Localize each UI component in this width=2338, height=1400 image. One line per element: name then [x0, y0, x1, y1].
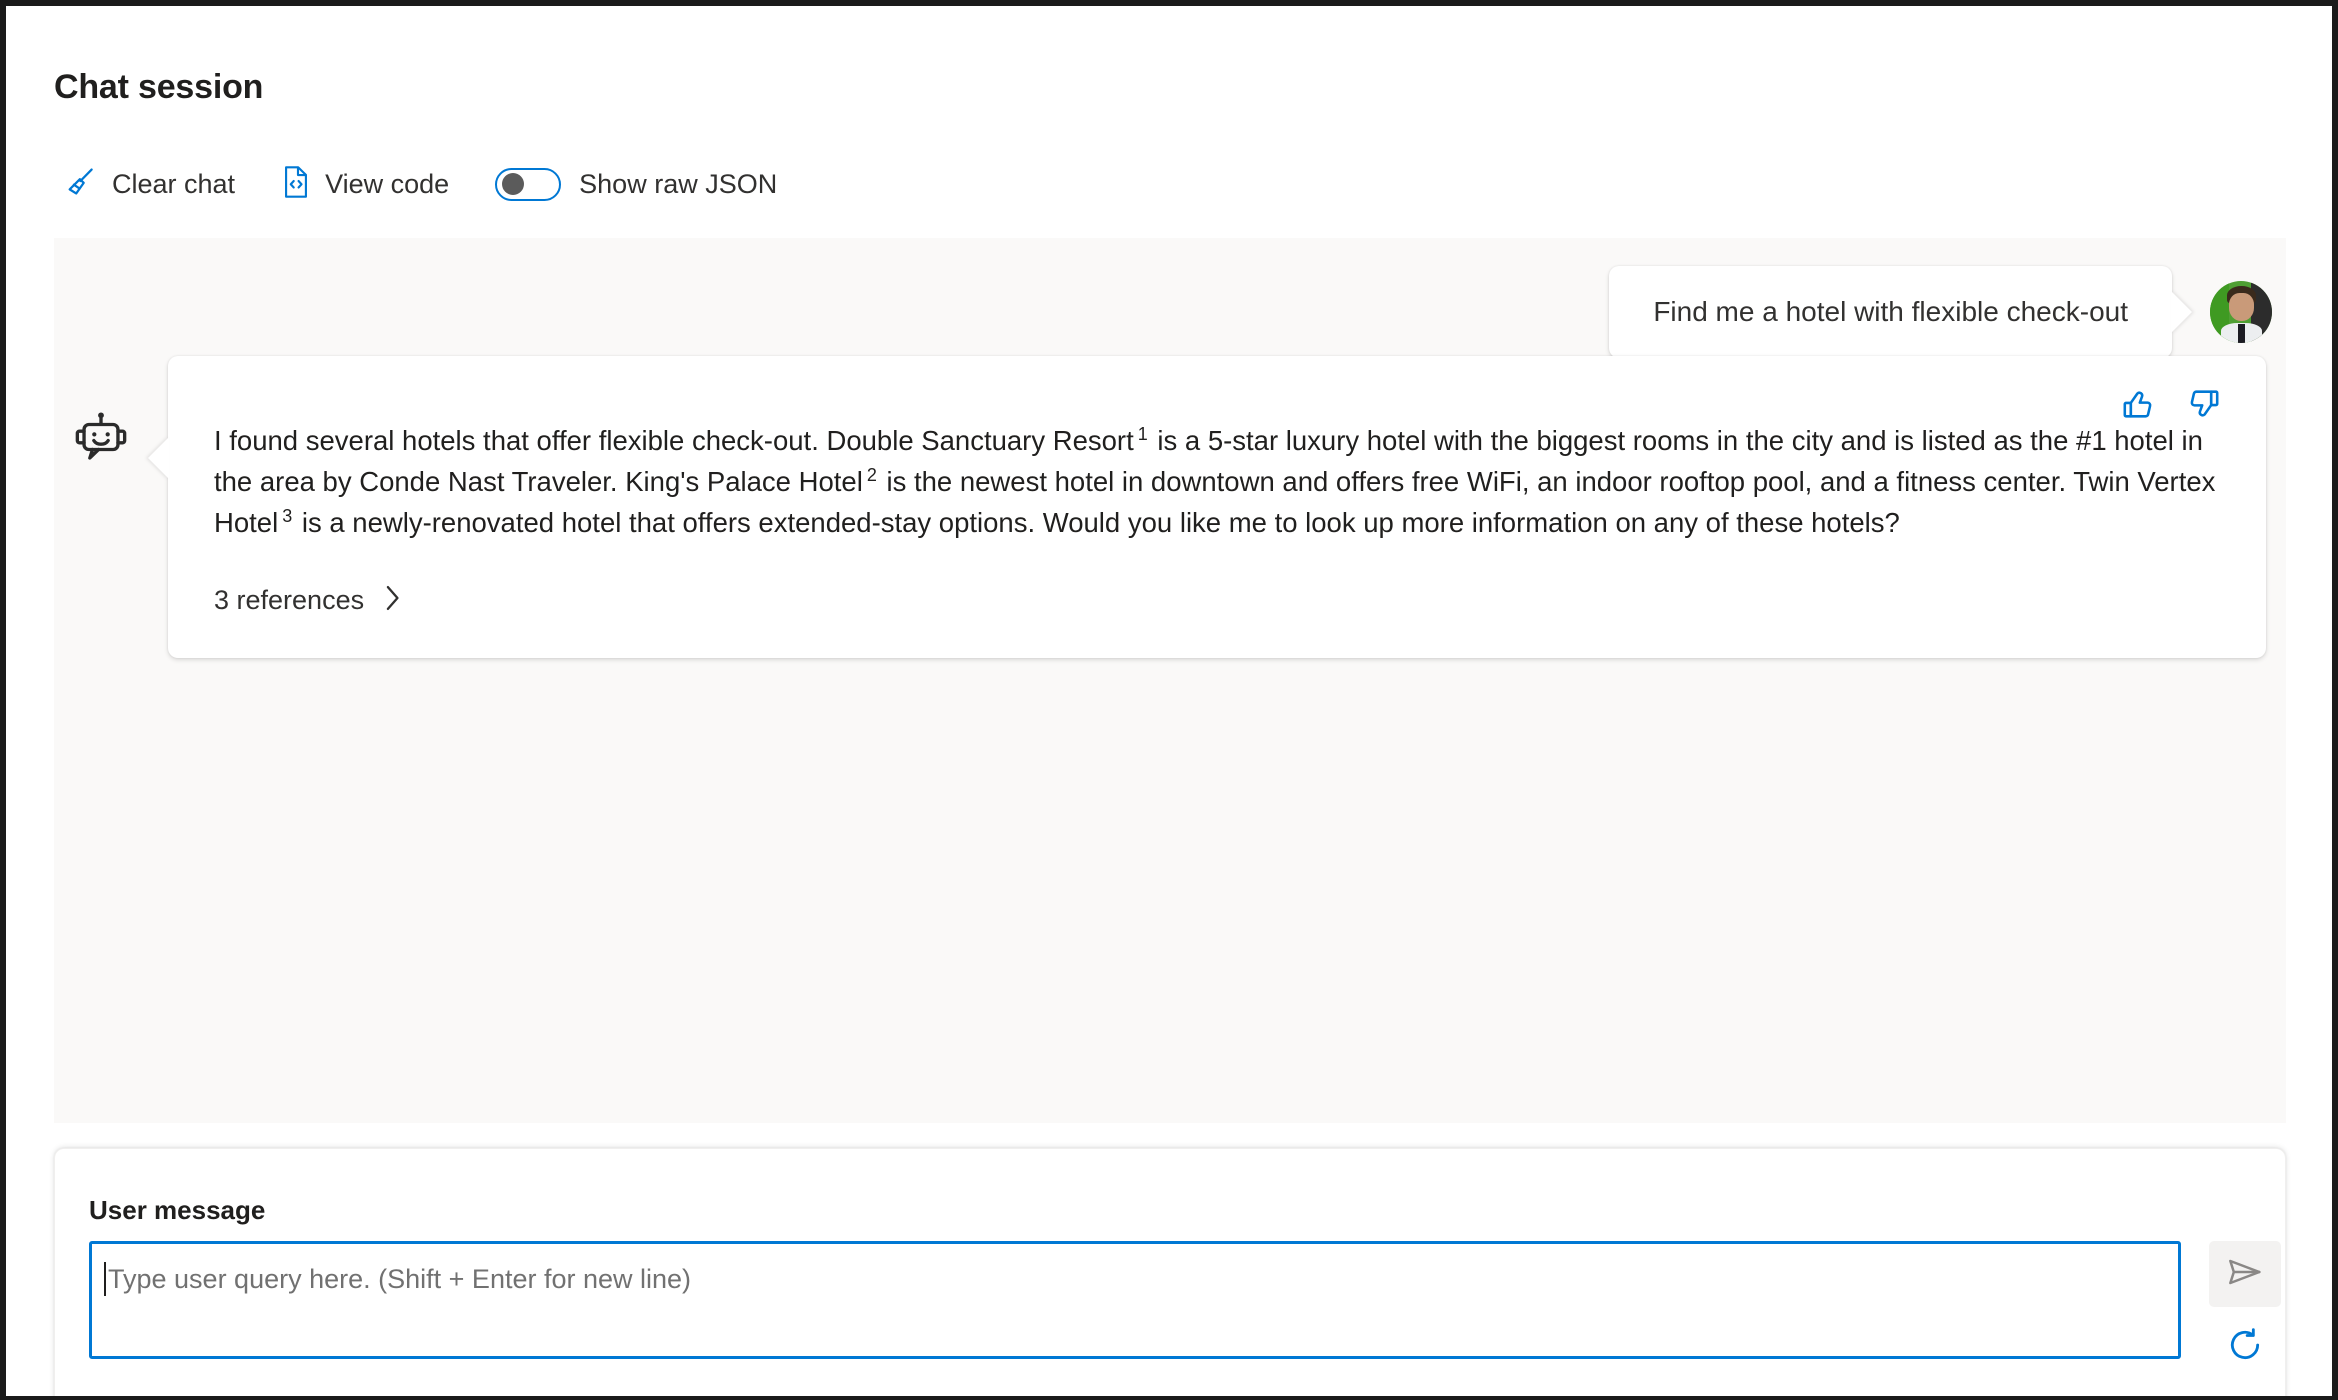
user-avatar: [2210, 281, 2272, 343]
avatar-face: [2229, 293, 2255, 321]
chat-toolbar: Clear chat View code Show raw JSON: [64, 161, 777, 207]
regenerate-button[interactable]: [2209, 1317, 2281, 1377]
send-button[interactable]: [2209, 1241, 2281, 1307]
text-caret: [104, 1262, 106, 1296]
citation-marker[interactable]: 3: [278, 506, 294, 526]
citation-marker[interactable]: 1: [1134, 424, 1150, 444]
code-file-icon: [281, 165, 311, 204]
user-message-input[interactable]: Type user query here. (Shift + Enter for…: [89, 1241, 2181, 1359]
chat-session-window: Chat session Clear chat View code Show r…: [6, 6, 2332, 1396]
thumbs-down-icon[interactable]: [2186, 386, 2222, 427]
user-message-text: Find me a hotel with flexible check-out: [1653, 296, 2128, 327]
thumbs-up-icon[interactable]: [2120, 386, 2156, 427]
avatar-tie: [2237, 324, 2245, 343]
toggle-knob: [502, 173, 525, 195]
show-raw-json-toggle[interactable]: Show raw JSON: [495, 167, 778, 201]
clear-chat-label: Clear chat: [112, 168, 236, 199]
broom-icon: [64, 165, 98, 204]
user-message-row: Find me a hotel with flexible check-out: [1609, 266, 2272, 358]
user-message-placeholder: Type user query here. (Shift + Enter for…: [108, 1264, 692, 1294]
chat-transcript: Find me a hotel with flexible check-out: [54, 238, 2286, 1123]
references-link[interactable]: 3 references: [214, 583, 404, 618]
bot-text-segment: I found several hotels that offer flexib…: [214, 425, 1134, 456]
composer-label: User message: [89, 1195, 266, 1225]
robot-icon: [72, 408, 130, 466]
send-paper-plane-icon: [2225, 1252, 2265, 1297]
user-message-bubble: Find me a hotel with flexible check-out: [1609, 266, 2172, 358]
chevron-right-icon: [380, 583, 404, 618]
citation-marker[interactable]: 2: [863, 465, 879, 485]
page-title: Chat session: [54, 68, 264, 106]
feedback-controls: [2120, 386, 2222, 427]
toggle-track[interactable]: [495, 167, 562, 201]
view-code-button[interactable]: View code: [281, 165, 449, 204]
show-raw-json-label: Show raw JSON: [579, 168, 778, 199]
bot-message-bubble: I found several hotels that offer flexib…: [168, 356, 2266, 658]
bot-message-row: I found several hotels that offer flexib…: [72, 356, 2266, 658]
view-code-label: View code: [325, 168, 450, 199]
bot-text-segment: is a newly-renovated hotel that offers e…: [294, 507, 1900, 538]
message-composer: User message Type user query here. (Shif…: [54, 1148, 2286, 1396]
references-label: 3 references: [214, 585, 365, 615]
clear-chat-button[interactable]: Clear chat: [64, 165, 235, 204]
refresh-circle-icon: [2225, 1325, 2265, 1370]
bot-message-text: I found several hotels that offer flexib…: [214, 420, 2220, 543]
